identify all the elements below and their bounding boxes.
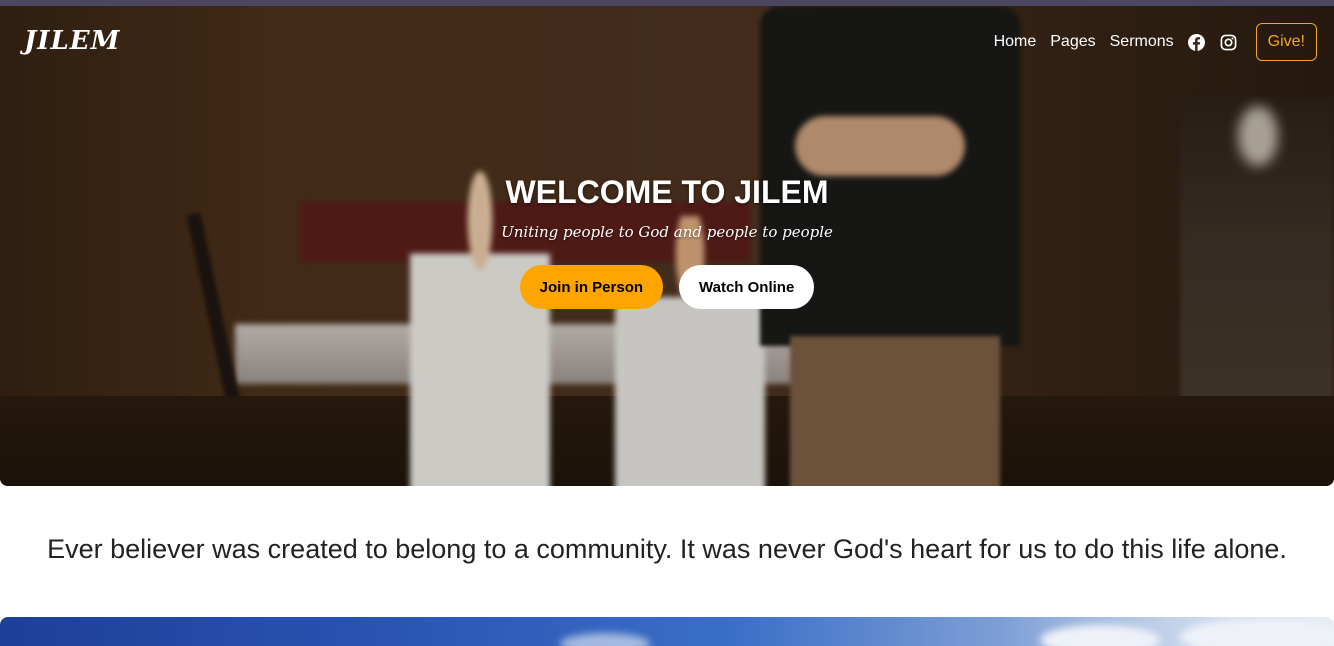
- hero-buttons: Join in Person Watch Online: [0, 265, 1334, 309]
- instagram-icon[interactable]: [1220, 33, 1238, 51]
- sky-cloud: [1040, 625, 1160, 646]
- sky-cloud: [560, 633, 650, 646]
- community-tagline: Ever believer was created to belong to a…: [47, 534, 1287, 564]
- next-section-image: [0, 617, 1334, 646]
- nav-link-home[interactable]: Home: [994, 33, 1037, 51]
- nav-link-pages[interactable]: Pages: [1050, 33, 1095, 51]
- watch-online-button[interactable]: Watch Online: [679, 265, 815, 309]
- main-nav: Home Pages Sermons Give!: [994, 23, 1317, 61]
- join-in-person-button[interactable]: Join in Person: [519, 265, 664, 309]
- sky-cloud: [1180, 619, 1334, 646]
- give-button[interactable]: Give!: [1255, 23, 1317, 61]
- hero-title: WELCOME TO JILEM: [505, 174, 829, 210]
- hero-content: WELCOME TO JILEM Uniting people to God a…: [0, 174, 1334, 309]
- facebook-icon[interactable]: [1188, 33, 1206, 51]
- hero-section: JILEM Home Pages Sermons Give! WELCOME T…: [0, 6, 1334, 486]
- hero-subtitle: Uniting people to God and people to peop…: [501, 223, 833, 241]
- site-logo[interactable]: JILEM: [24, 26, 120, 56]
- nav-link-sermons[interactable]: Sermons: [1110, 33, 1174, 51]
